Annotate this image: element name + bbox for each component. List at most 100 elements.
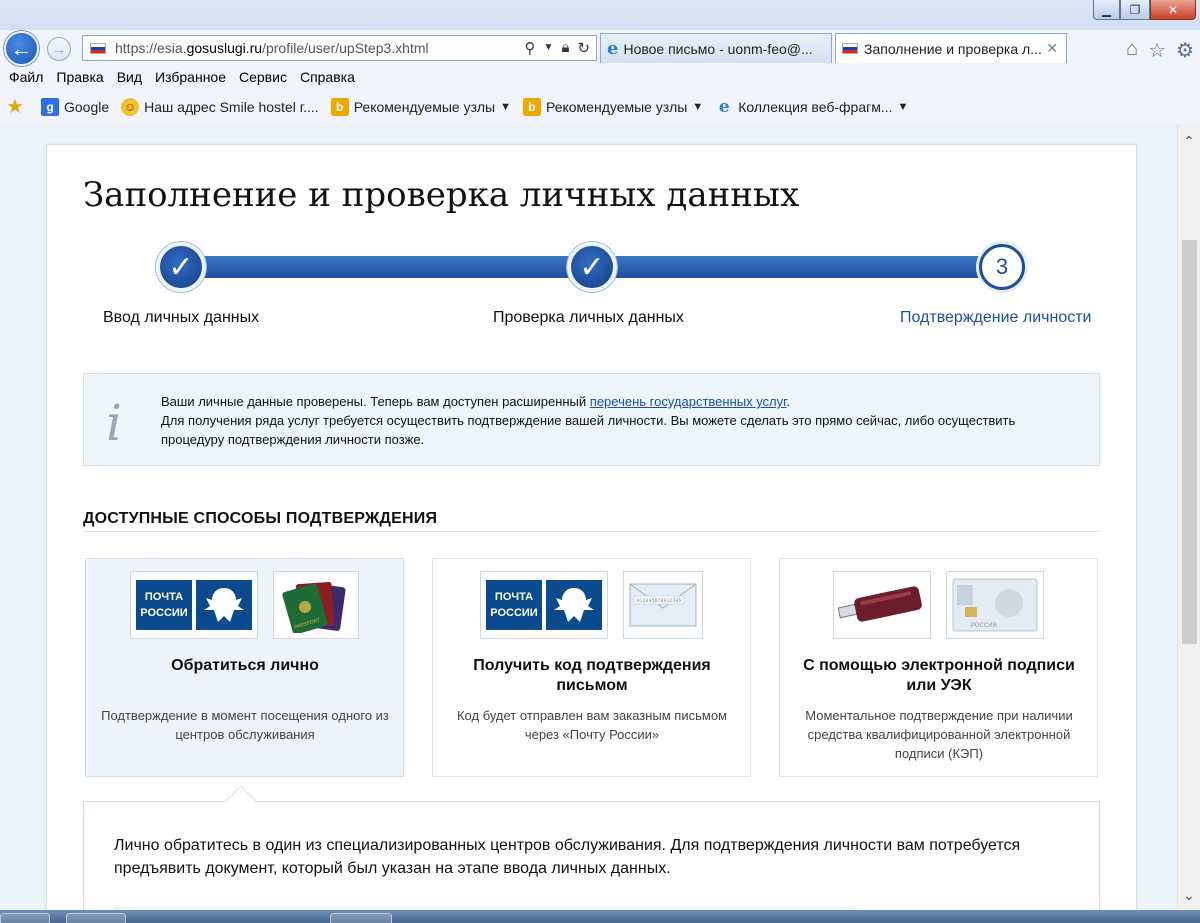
step-2-label: Проверка личных данных	[493, 309, 684, 326]
checkmark-icon: ✓	[168, 250, 194, 284]
russian-post-logo: ПОЧТА РОССИИ	[130, 571, 258, 639]
back-button[interactable]: ←	[4, 31, 39, 66]
envelope-image: 01234567891234S	[623, 571, 703, 639]
usb-token-image	[833, 571, 931, 639]
minimize-button[interactable]: ▁	[1093, 0, 1120, 20]
bing-icon: b	[522, 98, 541, 116]
smile-icon: ☺	[121, 98, 140, 116]
method-in-person[interactable]: ПОЧТА РОССИИ PASSPORT Обратиться лично П…	[85, 558, 404, 777]
tab-label: Новое письмо - uonm-feo@...	[623, 40, 813, 57]
taskbar-item[interactable]	[66, 913, 126, 923]
tab-gosuslugi[interactable]: Заполнение и проверка л... ✕	[835, 33, 1067, 63]
menu-tools[interactable]: Сервис	[239, 69, 287, 85]
menu-file[interactable]: Файл	[9, 69, 43, 85]
method-details-text: Лично обратитесь в один из специализиров…	[114, 837, 1021, 877]
info-box: i Ваши личные данные проверены. Теперь в…	[83, 373, 1100, 466]
dropdown-caret-icon: ▼	[692, 101, 704, 113]
menu-help[interactable]: Справка	[300, 69, 355, 85]
svg-text:ПОЧТА: ПОЧТА	[145, 591, 183, 603]
svg-text:ПОЧТА: ПОЧТА	[495, 591, 533, 603]
dropdown-caret-icon[interactable]: ▼	[544, 39, 554, 57]
favorite-suggested-sites-2[interactable]: b Рекомендуемые узлы ▼	[522, 98, 704, 116]
menu-bar: Файл Правка Вид Избранное Сервис Справка	[0, 66, 1200, 88]
svg-text:РОССИИ: РОССИИ	[490, 607, 538, 619]
favorites-star-icon[interactable]: ☆	[1148, 38, 1166, 63]
passport-image: PASSPORT	[273, 571, 359, 639]
navigation-row: ← → https://esia.gosuslugi.ru/profile/us…	[0, 30, 1200, 66]
method-details-panel: Лично обратитесь в один из специализиров…	[83, 801, 1100, 910]
page-viewport: Заполнение и проверка личных данных ✓ ✓ …	[0, 124, 1177, 910]
lock-icon[interactable]: 🔒︎	[561, 39, 569, 57]
favorite-smile-hostel[interactable]: ☺ Наш адрес Smile hostel г....	[121, 98, 319, 116]
method-letter-code[interactable]: ПОЧТА РОССИИ 01234567891234S Получить ко…	[432, 558, 751, 777]
menu-view[interactable]: Вид	[117, 69, 142, 85]
method-description: Код будет отправлен вам заказным письмом…	[456, 708, 727, 742]
start-button[interactable]	[0, 913, 50, 923]
step-1-label: Ввод личных данных	[103, 309, 260, 326]
site-favicon-icon	[90, 43, 106, 54]
site-favicon-icon	[842, 43, 858, 54]
arrow-left-icon: ←	[10, 35, 33, 61]
favorite-web-slice-gallery[interactable]: e Коллекция веб-фрагм... ▼	[715, 97, 909, 117]
step-number: 3	[995, 254, 1009, 279]
bing-icon: b	[330, 98, 349, 116]
section-divider	[83, 531, 1100, 532]
method-title: С помощью электронной подписи или УЭК	[803, 657, 1075, 694]
svg-text:01234567891234S: 01234567891234S	[636, 598, 681, 604]
uek-card-image: РОССИЯ	[946, 571, 1044, 639]
info-icon: i	[106, 394, 122, 452]
method-description: Подтверждение в момент посещения одного …	[101, 708, 389, 742]
browser-chrome: ▁ ❐ ✕ ← → https://esia.gosuslugi.ru/prof…	[0, 0, 1200, 124]
browser-tools: ⌂ ☆ ⚙	[1126, 38, 1194, 63]
method-e-signature[interactable]: РОССИЯ С помощью электронной подписи или…	[779, 558, 1098, 777]
window-titlebar: ▁ ❐ ✕	[0, 0, 1200, 30]
home-icon[interactable]: ⌂	[1126, 38, 1138, 63]
method-description: Моментальное подтверждение при наличии с…	[805, 708, 1073, 761]
step-2-check: ✓	[567, 242, 617, 292]
address-bar-icons: ⚲ ▼ 🔒︎ ↻	[525, 39, 590, 57]
vertical-scrollbar[interactable]: ⌃ ⌄	[1177, 124, 1200, 910]
favorites-star[interactable]: ★	[6, 97, 29, 117]
method-images: РОССИЯ	[780, 571, 1097, 639]
arrow-right-icon: →	[52, 41, 66, 57]
checkmark-icon: ✓	[579, 250, 605, 284]
address-url[interactable]: https://esia.gosuslugi.ru/profile/user/u…	[115, 40, 429, 56]
google-icon: g	[41, 98, 59, 116]
tab-label: Заполнение и проверка л...	[864, 40, 1042, 57]
search-icon[interactable]: ⚲	[525, 39, 536, 57]
info-text: Ваши личные данные проверены. Теперь вам…	[161, 394, 1016, 447]
favorite-suggested-sites-1[interactable]: b Рекомендуемые узлы ▼	[330, 98, 511, 116]
method-title: Получить код подтверждения письмом	[473, 657, 711, 694]
page-title: Заполнение и проверка личных данных	[83, 175, 800, 215]
taskbar-item[interactable]	[330, 913, 392, 923]
tab-mail[interactable]: e Новое письмо - uonm-feo@...	[600, 33, 832, 63]
forward-button[interactable]: →	[47, 37, 71, 61]
step-3-label: Подтверждение личности	[900, 309, 1092, 326]
scrollbar-thumb[interactable]	[1182, 240, 1197, 644]
method-title: Обратиться лично	[171, 657, 319, 674]
step-3-current: 3	[979, 244, 1025, 290]
restore-button[interactable]: ❐	[1120, 0, 1150, 20]
method-images: ПОЧТА РОССИИ 01234567891234S	[433, 571, 750, 639]
window-controls: ▁ ❐ ✕	[1093, 0, 1196, 20]
services-list-link[interactable]: перечень государственных услуг	[590, 394, 787, 409]
scroll-down-icon[interactable]: ⌄	[1178, 884, 1200, 906]
methods-section-title: ДОСТУПНЫЕ СПОСОБЫ ПОДТВЕРЖДЕНИЯ	[83, 510, 438, 527]
close-tab-icon[interactable]: ✕	[1046, 40, 1058, 57]
gear-icon[interactable]: ⚙	[1176, 38, 1194, 63]
ie-icon: e	[607, 38, 619, 59]
scroll-up-icon[interactable]: ⌃	[1178, 130, 1200, 152]
favorites-bar: ★ g Google ☺ Наш адрес Smile hostel г.... …	[0, 92, 1200, 122]
method-images: ПОЧТА РОССИИ PASSPORT	[86, 571, 403, 639]
address-bar[interactable]: https://esia.gosuslugi.ru/profile/user/u…	[82, 35, 597, 61]
close-window-button[interactable]: ✕	[1150, 0, 1196, 20]
dropdown-caret-icon: ▼	[500, 101, 511, 113]
ie-icon: e	[718, 97, 730, 117]
favorite-google[interactable]: g Google	[41, 98, 109, 116]
menu-favorites[interactable]: Избранное	[155, 69, 226, 85]
menu-edit[interactable]: Правка	[56, 69, 103, 85]
windows-taskbar	[0, 910, 1200, 923]
dropdown-caret-icon: ▼	[897, 101, 909, 113]
russian-post-logo: ПОЧТА РОССИИ	[480, 571, 608, 639]
refresh-icon[interactable]: ↻	[577, 39, 590, 57]
